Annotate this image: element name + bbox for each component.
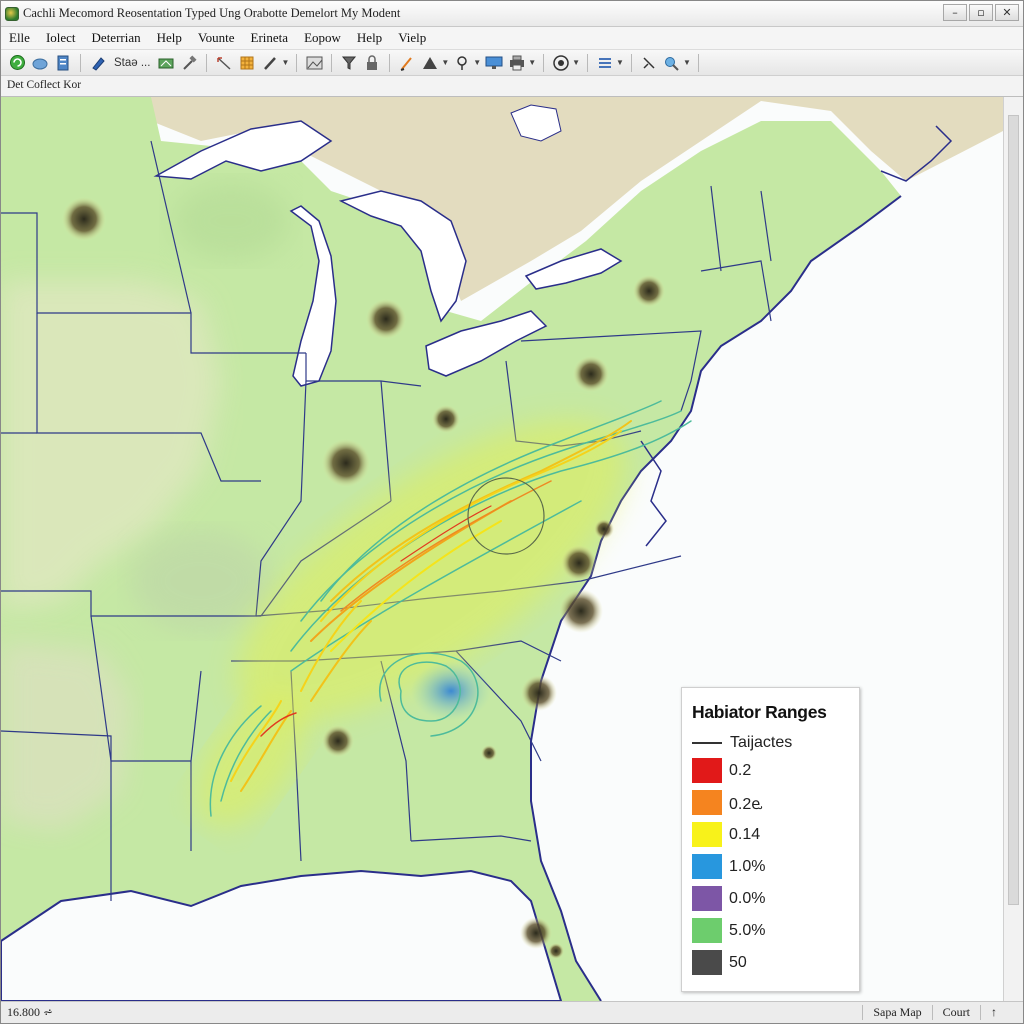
legend-entry: 0.2: [692, 758, 751, 783]
menu-bar: Elle Iolect Deterrian Help Vounte Erinet…: [1, 27, 1023, 49]
image-icon[interactable]: [304, 53, 324, 73]
print-icon[interactable]: [507, 53, 527, 73]
legend-label: 0.2: [729, 761, 752, 779]
toolbar-separator: [587, 53, 589, 72]
legend-title: Habiator Ranges: [692, 702, 827, 722]
toolbar-separator: [331, 53, 333, 72]
legend-swatch: [692, 918, 722, 943]
pin-icon[interactable]: [452, 53, 472, 73]
window-controls: – ▫ ✕: [943, 4, 1019, 21]
toolbar-separator: [389, 53, 391, 72]
measure-icon[interactable]: [214, 53, 234, 73]
document-icon[interactable]: [53, 53, 73, 73]
status-scale: 16.800 ⩫: [7, 1005, 54, 1019]
layer-bar-label: Det Coflect Kor: [7, 79, 82, 91]
legend-swatch: [692, 758, 722, 783]
legend-panel: Habiator Ranges Taijactes 0.2 0.2ⱸ 0.14 …: [681, 687, 860, 992]
chevron-down-icon[interactable]: ▼: [281, 58, 289, 67]
menu-format[interactable]: Erineta: [243, 30, 297, 46]
menu-window[interactable]: Vielp: [390, 30, 434, 46]
vertical-scrollbar[interactable]: [1003, 97, 1023, 1001]
menu-file[interactable]: Elle: [1, 30, 38, 46]
stage-dropdown[interactable]: Staǝ ...: [111, 53, 153, 73]
filter-icon[interactable]: [339, 53, 359, 73]
legend-swatch: [692, 886, 722, 911]
toolbar-separator: [630, 53, 632, 72]
legend-swatch: [692, 790, 722, 815]
chevron-down-icon[interactable]: ▼: [441, 58, 449, 67]
legend-entry: 0.2ⱸ: [692, 790, 762, 815]
grid-icon[interactable]: [237, 53, 257, 73]
legend-entry: 0.0%: [692, 886, 765, 911]
chevron-down-icon[interactable]: ▼: [473, 58, 481, 67]
legend-label: 1.0%: [729, 857, 766, 875]
zoom-tool-icon[interactable]: [662, 53, 682, 73]
menu-view[interactable]: Vounte: [190, 30, 243, 46]
legend-entry: 1.0%: [692, 854, 765, 879]
legend-entry: 50: [692, 950, 747, 975]
toolbar-separator: [543, 53, 545, 72]
toolbar: Staǝ ... ▼ ▼ ▼ ▼ ▼ ▼ ▼: [1, 49, 1023, 76]
hammer-icon[interactable]: [179, 53, 199, 73]
legend-swatch: [692, 822, 722, 847]
menu-help[interactable]: Help: [149, 30, 190, 46]
status-count: Court: [931, 1005, 980, 1020]
legend-label: 0.0%: [729, 889, 766, 907]
layer-bar: Det Coflect Kor: [1, 76, 1023, 97]
minimize-button[interactable]: –: [943, 4, 967, 21]
refresh-icon[interactable]: [7, 53, 27, 73]
status-arrow-icon[interactable]: ↑: [980, 1005, 1007, 1020]
close-button[interactable]: ✕: [995, 4, 1019, 21]
menu-help-2[interactable]: Help: [349, 30, 390, 46]
legend-trajectory-entry: Taijactes: [692, 734, 792, 752]
lock-icon[interactable]: [362, 53, 382, 73]
legend-entry: 0.14: [692, 822, 760, 847]
title-bar: Cachli Mecomord Reosentation Typed Ung O…: [1, 1, 1023, 27]
chevron-down-icon[interactable]: ▼: [528, 58, 536, 67]
legend-swatch: [692, 854, 722, 879]
window-title: Cachli Mecomord Reosentation Typed Ung O…: [23, 6, 401, 20]
map-canvas[interactable]: Habiator Ranges Taijactes 0.2 0.2ⱸ 0.14 …: [1, 97, 1003, 1001]
pen-icon[interactable]: [88, 53, 108, 73]
trajectory-line-symbol: [692, 742, 722, 744]
toolbar-separator: [697, 53, 699, 72]
select-tool-icon[interactable]: [639, 53, 659, 73]
monitor-icon[interactable]: [484, 53, 504, 73]
layer-icon[interactable]: [156, 53, 176, 73]
menu-select[interactable]: Iolect: [38, 30, 84, 46]
brush-icon[interactable]: [260, 53, 280, 73]
menu-determine[interactable]: Deterrian: [84, 30, 149, 46]
toolbar-separator: [296, 53, 298, 72]
legend-label: 5.0%: [729, 921, 766, 939]
symbol-icon[interactable]: [420, 53, 440, 73]
legend-label: 50: [729, 953, 747, 971]
chevron-down-icon[interactable]: ▼: [572, 58, 580, 67]
menu-export[interactable]: Eopow: [296, 30, 349, 46]
toolbar-separator: [206, 53, 208, 72]
toolbar-separator: [80, 53, 81, 72]
cloud-icon[interactable]: [30, 53, 50, 73]
globe-icon[interactable]: [551, 53, 571, 73]
list-icon[interactable]: [595, 53, 615, 73]
chevron-down-icon[interactable]: ▼: [616, 58, 624, 67]
status-map-name: Sapa Map: [862, 1005, 931, 1020]
app-window: Cachli Mecomord Reosentation Typed Ung O…: [0, 0, 1024, 1024]
app-icon: [5, 6, 19, 21]
legend-entry: 5.0%: [692, 918, 765, 943]
scrollbar-thumb[interactable]: [1008, 115, 1019, 905]
status-items: Sapa Map Court ↑: [862, 1005, 1007, 1020]
legend-label: 0.2ⱸ: [729, 795, 762, 813]
chevron-down-icon[interactable]: ▼: [683, 58, 691, 67]
status-bar: 16.800 ⩫ Sapa Map Court ↑: [1, 1001, 1023, 1023]
legend-trajectory-label: Taijactes: [730, 734, 793, 751]
draw-icon[interactable]: [397, 53, 417, 73]
maximize-button[interactable]: ▫: [969, 4, 993, 21]
legend-label: 0.14: [729, 825, 761, 843]
legend-swatch: [692, 950, 722, 975]
